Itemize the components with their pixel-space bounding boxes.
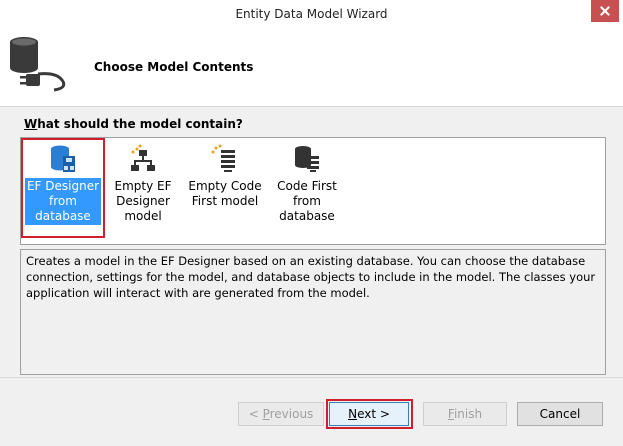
database-plug-icon — [10, 37, 66, 92]
highlight-box — [21, 138, 105, 238]
empty-ef-designer-icon — [131, 144, 155, 171]
next-button[interactable]: Next > — [329, 402, 409, 426]
cancel-button[interactable]: Cancel — [517, 402, 603, 426]
title-bar: Entity Data Model Wizard — [0, 0, 623, 28]
option-label: Empty EF Designer model — [114, 179, 172, 223]
model-contents-list[interactable]: EF Designer from database Empty EF Designer… — [20, 137, 606, 245]
wizard-footer: < Previous Next > Finish Cancel — [0, 377, 623, 446]
finish-button[interactable]: Finish — [423, 402, 507, 426]
wizard-header: Choose Model Contents — [0, 28, 623, 107]
code-first-database-icon — [295, 146, 319, 172]
empty-code-first-icon — [211, 144, 235, 172]
previous-button[interactable]: < Previous — [238, 402, 324, 426]
option-description: Creates a model in the EF Designer based… — [20, 249, 606, 375]
option-code-first-from-database[interactable]: Code First from database — [267, 142, 347, 225]
page-title: Choose Model Contents — [94, 60, 254, 74]
option-label: Code First from database — [277, 179, 337, 223]
option-empty-ef-designer-model[interactable]: Empty EF Designer model — [103, 142, 183, 225]
close-icon[interactable] — [591, 0, 619, 22]
option-label: Empty Code First model — [188, 179, 262, 208]
option-ef-designer-from-database[interactable]: EF Designer from database — [21, 138, 105, 238]
option-empty-code-first-model[interactable]: Empty Code First model — [185, 142, 265, 210]
wizard-window: Entity Data Model Wizard Choose Model Co… — [0, 0, 623, 446]
wizard-body: What should the model contain? EF Design… — [0, 107, 623, 377]
window-title: Entity Data Model Wizard — [235, 7, 388, 21]
model-contents-question: What should the model contain? — [24, 117, 243, 131]
